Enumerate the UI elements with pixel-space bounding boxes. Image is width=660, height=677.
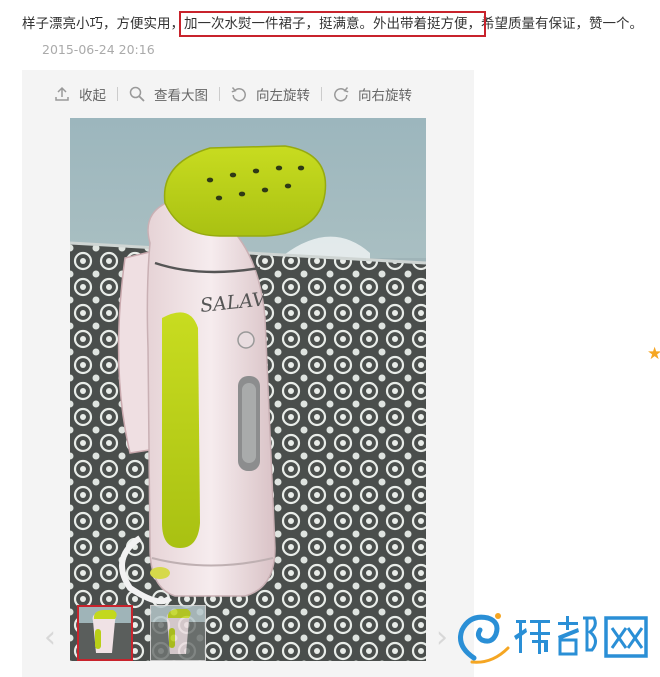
collapse-icon [55, 86, 69, 101]
rotate-right-label: 向右旋转 [358, 88, 412, 104]
view-large-button[interactable]: 查看大图 [129, 84, 208, 104]
thumbnail-1[interactable] [77, 605, 133, 661]
thumbnail-image [79, 607, 131, 659]
thumbnail-2[interactable] [150, 605, 206, 661]
review-text-before: 样子漂亮小巧，方便实用， [22, 16, 184, 32]
rotate-right-icon [334, 87, 349, 102]
rotate-left-button[interactable]: 向左旋转 [231, 84, 310, 104]
gallery-toolbar: 收起 查看大图 向左旋转 向右旋转 [22, 70, 474, 118]
thumbnail-image [151, 606, 205, 660]
review-page: 样子漂亮小巧，方便实用，加一次水熨一件裙子，挺满意。外出带着挺方便，希望质量有保… [0, 0, 660, 677]
review-date: 2015-06-24 20:16 [42, 42, 155, 57]
rotate-left-label: 向左旋转 [256, 88, 310, 104]
next-image-arrow[interactable]: › [436, 620, 448, 655]
site-watermark-logo [452, 606, 660, 666]
prev-image-arrow[interactable]: ‹ [44, 620, 56, 655]
review-text-highlight: 加一次水熨一件裙子，挺满意。外出带着挺方便， [179, 11, 486, 37]
toolbar-divider [321, 87, 322, 101]
collapse-label: 收起 [79, 88, 106, 104]
toolbar-divider [219, 87, 220, 101]
garment-steamer-photo: SALAV [70, 118, 426, 661]
image-gallery: 收起 查看大图 向左旋转 向右旋转 SALAV ‹ › [22, 70, 474, 677]
rotate-right-button[interactable]: 向右旋转 [333, 84, 412, 104]
watermark-logo-image [458, 613, 648, 664]
star-icon: ★ [647, 344, 660, 364]
rotate-left-icon [231, 87, 246, 102]
thumbnail-strip: ‹ › [22, 602, 474, 677]
main-product-photo[interactable]: SALAV [70, 118, 426, 661]
review-text: 样子漂亮小巧，方便实用，加一次水熨一件裙子，挺满意。外出带着挺方便，希望质量有保… [22, 11, 652, 63]
magnifier-icon [129, 86, 145, 102]
toolbar-divider [117, 87, 118, 101]
review-text-after: 希望质量有保证，赞一个。 [481, 16, 643, 32]
view-large-label: 查看大图 [154, 88, 208, 104]
collapse-button[interactable]: 收起 [54, 84, 106, 104]
